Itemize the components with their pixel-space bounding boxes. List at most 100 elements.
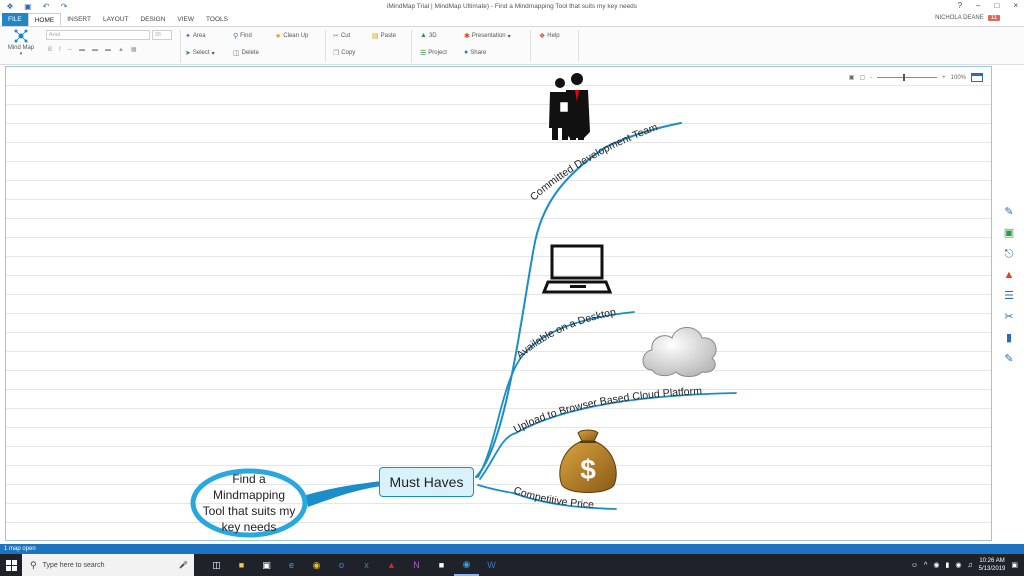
imindmap-taskbar-icon[interactable]: ◉: [454, 554, 479, 576]
tag-icon[interactable]: ▮: [1002, 331, 1016, 345]
help-label: Help: [547, 33, 560, 39]
microphone-icon[interactable]: 🎤: [179, 561, 188, 569]
money-bag-image[interactable]: $: [559, 429, 617, 493]
list-icon[interactable]: ☰: [1002, 289, 1016, 303]
share-icon: ●: [464, 49, 469, 56]
cut-button[interactable]: ✂ Cut: [333, 32, 350, 40]
volume-icon[interactable]: ♫: [967, 562, 972, 569]
branch-line-team: [475, 122, 682, 478]
format-more-icon[interactable]: ▦: [131, 46, 137, 53]
svg-text:$: $: [580, 454, 596, 485]
start-button[interactable]: [0, 554, 22, 576]
trash-icon: ◫: [233, 50, 240, 57]
area-button[interactable]: ✦ Area: [185, 32, 206, 40]
maximize-button[interactable]: □: [994, 1, 999, 10]
mind-map-canvas[interactable]: ▣ ▢ - + 100% Committed Development Team …: [5, 66, 992, 541]
window-controls: ? – □ ×: [958, 1, 1018, 10]
project-button[interactable]: ☰ Project: [420, 49, 447, 57]
file-explorer-icon[interactable]: ■: [229, 554, 254, 576]
delete-label: Delete: [241, 50, 259, 56]
cloud-image[interactable]: [642, 327, 717, 377]
help-window-button[interactable]: ?: [958, 1, 962, 10]
window-title: iMindMap Trial | MindMap Ultimate) - Fin…: [386, 3, 638, 10]
close-button[interactable]: ×: [1013, 1, 1018, 10]
3d-button[interactable]: ▲ 3D: [420, 32, 437, 39]
taskbar-search-box[interactable]: ⚲ Type here to search 🎤: [22, 554, 194, 576]
main-branch-node[interactable]: Must Haves: [379, 467, 474, 497]
task-view-icon[interactable]: ◫: [204, 554, 229, 576]
notification-icon[interactable]: ▣: [1011, 561, 1018, 569]
central-idea-line-1: Find a: [232, 472, 266, 486]
main-branch-label: Must Haves: [389, 474, 464, 490]
edge-icon[interactable]: e: [279, 554, 304, 576]
format-paint-icon[interactable]: ✎: [1002, 352, 1016, 366]
line-style-icon[interactable]: ─: [68, 47, 72, 53]
people-icon[interactable]: ☺: [911, 562, 918, 569]
find-button[interactable]: ⚲ Find: [233, 32, 252, 40]
taskbar-clock[interactable]: 10:26 AM 5/13/2019: [979, 557, 1006, 573]
search-icon: ⚲: [233, 33, 239, 40]
status-text: 1 map open: [4, 546, 36, 552]
laptop-image[interactable]: [541, 244, 613, 294]
fill-color-icon[interactable]: ▲: [118, 47, 124, 53]
presentation-button[interactable]: ✱ Presentation ▾: [464, 32, 511, 40]
tab-file[interactable]: FILE: [2, 13, 28, 26]
font-size-select[interactable]: 26: [152, 30, 172, 40]
bold-icon[interactable]: B: [48, 47, 52, 53]
central-idea-line-3: Tool that suits my: [202, 504, 296, 518]
chrome-icon[interactable]: ◉: [304, 554, 329, 576]
cursor-icon: ➤: [185, 50, 191, 57]
store-icon[interactable]: ▣: [254, 554, 279, 576]
find-label: Find: [240, 33, 252, 39]
tab-design[interactable]: DESIGN: [134, 13, 171, 26]
line-weight-icon[interactable]: ▬: [79, 47, 85, 53]
search-placeholder: Type here to search: [42, 561, 105, 569]
tab-insert[interactable]: INSERT: [61, 13, 97, 26]
shapes-icon[interactable]: ▲: [1002, 268, 1016, 282]
select-button[interactable]: ➤ Select ▾: [185, 49, 215, 57]
app-icon[interactable]: ■: [429, 554, 454, 576]
excel-icon[interactable]: x: [354, 554, 379, 576]
tab-layout[interactable]: LAYOUT: [97, 13, 135, 26]
onenote-icon[interactable]: N: [404, 554, 429, 576]
branch-label-cloud[interactable]: Upload to Browser Based Cloud Platform: [512, 385, 703, 436]
clipboard-icon: ▤: [372, 33, 379, 40]
tab-home[interactable]: HOME: [27, 13, 62, 26]
clean-up-button[interactable]: ★ Clean Up: [275, 32, 308, 40]
battery-icon[interactable]: ▮: [945, 561, 949, 569]
line-weight-3-icon[interactable]: ▬: [105, 47, 111, 53]
delete-button[interactable]: ◫ Delete: [233, 49, 259, 57]
area-icon: ✦: [185, 33, 191, 40]
network-icon[interactable]: ◉: [933, 561, 939, 569]
share-button[interactable]: ● Share: [464, 49, 486, 56]
mind-map-button[interactable]: Mind Map ▾: [6, 29, 36, 57]
attachment-icon[interactable]: ⎋: [1002, 247, 1016, 261]
branch-icon[interactable]: ✂: [1002, 310, 1016, 324]
word-icon[interactable]: W: [479, 554, 504, 576]
business-people-image[interactable]: [549, 73, 590, 140]
outlook-icon[interactable]: o: [329, 554, 354, 576]
branch-label-desktop[interactable]: Available on a Desktop: [514, 306, 617, 361]
central-idea-text[interactable]: Find a Mindmapping Tool that suits my ke…: [184, 471, 314, 535]
font-name-select[interactable]: Arial: [46, 30, 150, 40]
ribbon-separator: [325, 30, 326, 62]
copy-label: Copy: [341, 50, 356, 56]
ribbon-separator: [530, 30, 531, 62]
branch-label-team[interactable]: Committed Development Team: [528, 121, 660, 203]
format-toolbar: B I ─ ▬ ▬ ▬ ▲ ▦: [48, 46, 137, 54]
acrobat-icon[interactable]: ▲: [379, 554, 404, 576]
scissors-icon: ✂: [333, 33, 339, 40]
chevron-up-icon[interactable]: ^: [924, 562, 927, 569]
line-weight-2-icon[interactable]: ▬: [92, 47, 98, 53]
wifi-icon[interactable]: ◉: [955, 561, 961, 569]
note-icon[interactable]: ✎: [1002, 205, 1016, 219]
minimize-button[interactable]: –: [976, 1, 980, 10]
user-account[interactable]: NICHOLA DEANE 11: [935, 15, 1000, 21]
image-icon[interactable]: ▣: [1002, 226, 1016, 240]
italic-icon[interactable]: I: [59, 47, 61, 53]
tab-view[interactable]: VIEW: [171, 13, 200, 26]
tab-tools[interactable]: TOOLS: [200, 13, 234, 26]
help-button[interactable]: ❖ Help: [539, 32, 560, 40]
copy-button[interactable]: ❐ Copy: [333, 49, 355, 57]
paste-button[interactable]: ▤ Paste: [372, 32, 396, 40]
